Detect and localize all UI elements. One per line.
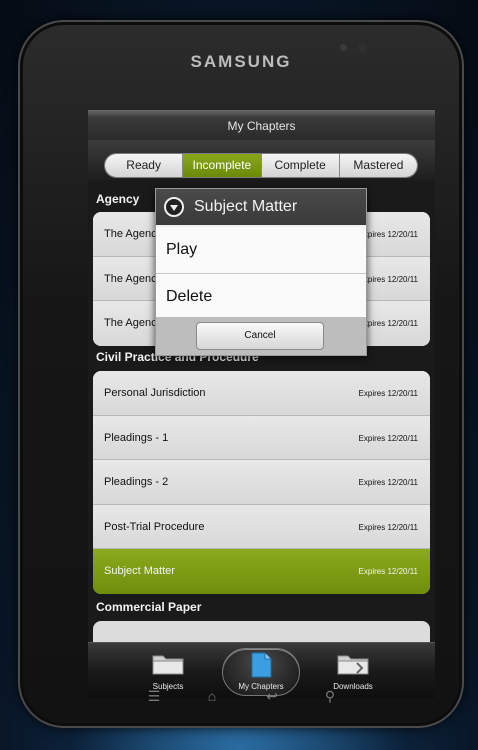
tab-ready[interactable]: Ready <box>105 154 184 177</box>
filter-segmented-control: Ready Incomplete Complete Mastered <box>104 153 418 178</box>
expiry-date: Expires 12/20/11 <box>358 389 418 398</box>
list-item[interactable]: Post-Trial Procedure Expires 12/20/11 <box>93 504 430 550</box>
list-item[interactable]: Personal Jurisdiction Expires 12/20/11 <box>93 371 430 416</box>
tablet-frame: SAMSUNG My Chapters Ready Incomplete Com… <box>18 20 464 728</box>
chapter-name: The Agency <box>104 228 163 240</box>
tab-incomplete[interactable]: Incomplete <box>183 154 262 177</box>
back-key-icon[interactable]: ↩ <box>262 688 282 704</box>
chapter-name: The Agency <box>104 317 163 330</box>
chapter-name: The Agency <box>104 272 163 285</box>
expiry-date: Expires 12/20/11 <box>358 567 418 577</box>
filter-toolbar: Ready Incomplete Complete Mastered <box>88 140 435 180</box>
document-icon <box>251 652 272 678</box>
dialog-title: Subject Matter <box>156 189 366 225</box>
expiry-date: Expires 12/20/11 <box>358 478 418 488</box>
menu-item-play[interactable]: Play <box>156 227 366 273</box>
chapter-list-civil-practice: Personal Jurisdiction Expires 12/20/11 P… <box>93 371 430 594</box>
menu-item-delete[interactable]: Delete <box>156 274 366 320</box>
download-folder-icon <box>337 655 369 675</box>
tab-complete[interactable]: Complete <box>261 154 340 177</box>
list-item[interactable]: Pleadings - 2 Expires 12/20/11 <box>93 460 430 505</box>
dialog-footer: Cancel <box>156 317 366 355</box>
chapter-name: Pleadings - 1 <box>104 431 169 444</box>
context-menu-dialog: Subject Matter Play Delete Cancel <box>155 188 367 356</box>
chapter-name: Post-Trial Procedure <box>104 520 205 533</box>
camera-icon <box>358 43 367 52</box>
chapter-name: Subject Matter <box>104 565 175 578</box>
expiry-date: Expires 12/20/11 <box>358 274 418 284</box>
chapter-name: Personal Jurisdiction <box>104 387 206 399</box>
chevron-down-icon <box>164 197 184 217</box>
folder-icon <box>152 655 184 675</box>
app-screen: My Chapters Ready Incomplete Complete Ma… <box>88 110 435 698</box>
expiry-date: Expires 12/20/11 <box>358 522 418 532</box>
hardware-keys: ☰ ⌂ ↩ ⚲ <box>20 688 466 708</box>
sensor-icon <box>340 44 347 51</box>
menu-key-icon[interactable]: ☰ <box>144 688 164 704</box>
page-title: My Chapters <box>88 110 435 140</box>
tab-mastered[interactable]: Mastered <box>339 154 417 177</box>
search-key-icon[interactable]: ⚲ <box>320 688 340 704</box>
chapter-name: Pleadings - 2 <box>104 476 169 489</box>
home-key-icon[interactable]: ⌂ <box>202 688 222 704</box>
brand-logo: SAMSUNG <box>190 52 292 71</box>
cancel-button[interactable]: Cancel <box>196 322 324 350</box>
list-item-selected[interactable]: Subject Matter Expires 12/20/11 <box>93 549 430 594</box>
list-item[interactable]: Pleadings - 1 Expires 12/20/11 <box>93 415 430 461</box>
expiry-date: Expires 12/20/11 <box>358 230 418 239</box>
section-header-commercial-paper: Commercial Paper <box>96 600 202 614</box>
expiry-date: Expires 12/20/11 <box>358 433 418 443</box>
expiry-date: Expires 12/20/11 <box>358 319 418 329</box>
